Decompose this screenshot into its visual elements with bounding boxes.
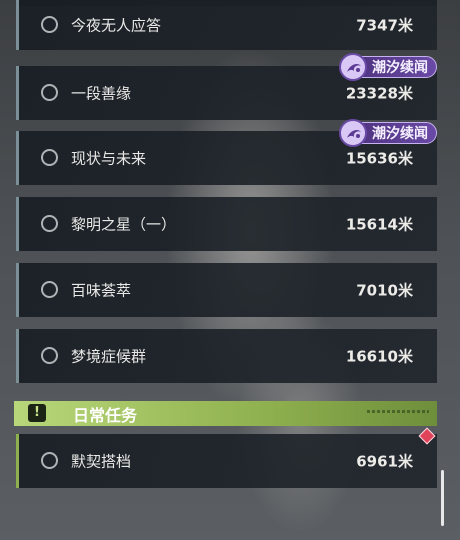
exclamation-box-icon: ! [28,404,46,422]
quest-name: 梦境症候群 [71,347,147,366]
scrollbar[interactable] [441,470,444,526]
quest-list: 今夜无人应答 7347米 一段善缘 23328米 潮汐续闻 现状与未来 1563… [0,0,460,540]
radio-circle-icon[interactable] [41,281,58,298]
exclamation-glyph: ! [34,405,40,420]
section-title: 日常任务 [73,405,138,425]
quest-row-5[interactable]: 梦境症候群 16610米 [16,329,437,383]
tidal-badge: 潮汐续闻 [339,119,437,147]
radio-circle-icon[interactable] [41,215,58,232]
quest-name: 默契搭档 [71,452,132,471]
quest-distance: 7347米 [356,16,413,35]
tidal-swirl-icon [339,119,367,147]
quest-name: 黎明之星（一） [71,215,177,234]
daily-quest-row-0[interactable]: 默契搭档 6961米 [16,434,437,488]
radio-circle-icon[interactable] [41,84,58,101]
radio-circle-icon[interactable] [41,347,58,364]
quest-name: 今夜无人应答 [71,16,162,35]
quest-distance: 15636米 [345,149,413,168]
tidal-swirl-icon [339,53,367,81]
badge-label: 潮汐续闻 [372,126,428,142]
quest-distance: 16610米 [345,347,413,366]
tidal-badge: 潮汐续闻 [339,53,437,81]
badge-label: 潮汐续闻 [372,60,428,76]
radio-circle-icon[interactable] [41,149,58,166]
quest-distance: 15614米 [345,215,413,234]
quest-row-3[interactable]: 黎明之星（一） 15614米 [16,197,437,251]
radio-circle-icon[interactable] [41,452,58,469]
daily-quest-header[interactable]: ! 日常任务 [14,401,437,426]
section-decoration [367,410,429,413]
quest-row-4[interactable]: 百味荟萃 7010米 [16,263,437,317]
quest-row-0[interactable]: 今夜无人应答 7347米 [16,0,437,50]
quest-distance: 23328米 [345,84,413,103]
radio-circle-icon[interactable] [41,16,58,33]
quest-name: 百味荟萃 [71,281,132,300]
quest-name: 现状与未来 [71,149,147,168]
quest-distance: 7010米 [356,281,413,300]
quest-name: 一段善缘 [71,84,132,103]
quest-distance: 6961米 [356,452,413,471]
